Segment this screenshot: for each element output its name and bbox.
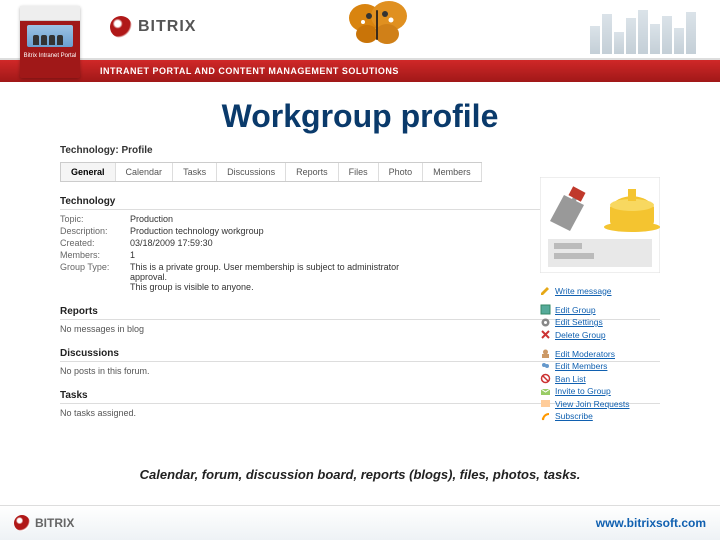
tab-tasks[interactable]: Tasks [173, 163, 217, 181]
field-value: This is a private group. User membership… [130, 262, 430, 292]
brand-name: BITRIX [138, 18, 196, 36]
invite-icon [540, 386, 551, 397]
logo-swirl-icon [110, 16, 132, 38]
moderators-icon [540, 348, 551, 359]
gear-icon [540, 317, 551, 328]
link-join-requests[interactable]: View Join Requests [540, 398, 660, 409]
content-area: Technology: Profile General Calendar Tas… [60, 145, 660, 418]
tab-bar: General Calendar Tasks Discussions Repor… [60, 162, 482, 182]
app-header: Bitrix Intranet Portal BITRIX [0, 0, 720, 60]
field-value: Production [130, 214, 173, 224]
link-ban-list[interactable]: Ban List [540, 373, 660, 384]
brand-logo: BITRIX [110, 16, 196, 38]
footer-url[interactable]: www.bitrixsoft.com [596, 516, 706, 530]
product-box-graphic: Bitrix Intranet Portal [20, 6, 80, 78]
link-edit-members[interactable]: Edit Members [540, 361, 660, 372]
field-value: Production technology workgroup [130, 226, 264, 236]
members-icon [540, 361, 551, 372]
field-value: 1 [130, 250, 135, 260]
buildings-graphic [590, 6, 710, 54]
tab-photo[interactable]: Photo [379, 163, 424, 181]
tab-calendar[interactable]: Calendar [116, 163, 174, 181]
footer-logo: BITRIX [14, 515, 74, 531]
x-icon [540, 329, 551, 340]
link-delete-group[interactable]: Delete Group [540, 329, 660, 340]
footer: BITRIX www.bitrixsoft.com [0, 505, 720, 540]
tab-members[interactable]: Members [423, 163, 482, 181]
tab-files[interactable]: Files [339, 163, 379, 181]
join-icon [540, 398, 551, 409]
field-value: 03/18/2009 17:59:30 [130, 238, 213, 248]
tab-general[interactable]: General [61, 163, 116, 181]
breadcrumb: Technology: Profile [60, 145, 660, 156]
page-title: Workgroup profile [0, 98, 720, 135]
link-edit-moderators[interactable]: Edit Moderators [540, 348, 660, 359]
tab-reports[interactable]: Reports [286, 163, 339, 181]
tab-discussions[interactable]: Discussions [217, 163, 286, 181]
product-box-label: Bitrix Intranet Portal [20, 51, 80, 60]
logo-swirl-icon [14, 515, 30, 531]
field-label: Description: [60, 226, 130, 236]
field-label: Topic: [60, 214, 130, 224]
field-label: Members: [60, 250, 130, 260]
tagline-bar: INTRANET PORTAL AND CONTENT MANAGEMENT S… [0, 60, 720, 82]
tagline-text: INTRANET PORTAL AND CONTENT MANAGEMENT S… [100, 66, 399, 76]
link-write-message[interactable]: Write message [540, 285, 660, 296]
pencil-icon [540, 285, 551, 296]
subscribe-icon [540, 411, 551, 422]
edit-icon [540, 304, 551, 315]
link-subscribe[interactable]: Subscribe [540, 411, 660, 422]
footer-brand: BITRIX [35, 516, 74, 530]
slide-caption: Calendar, forum, discussion board, repor… [0, 467, 720, 482]
workgroup-image [540, 177, 660, 273]
link-edit-settings[interactable]: Edit Settings [540, 317, 660, 328]
ban-icon [540, 373, 551, 384]
side-actions: Write message Edit Group Edit Settings D… [540, 285, 660, 430]
link-edit-group[interactable]: Edit Group [540, 304, 660, 315]
link-invite[interactable]: Invite to Group [540, 386, 660, 397]
field-label: Group Type: [60, 262, 130, 292]
field-label: Created: [60, 238, 130, 248]
butterfly-icon [345, 0, 409, 48]
